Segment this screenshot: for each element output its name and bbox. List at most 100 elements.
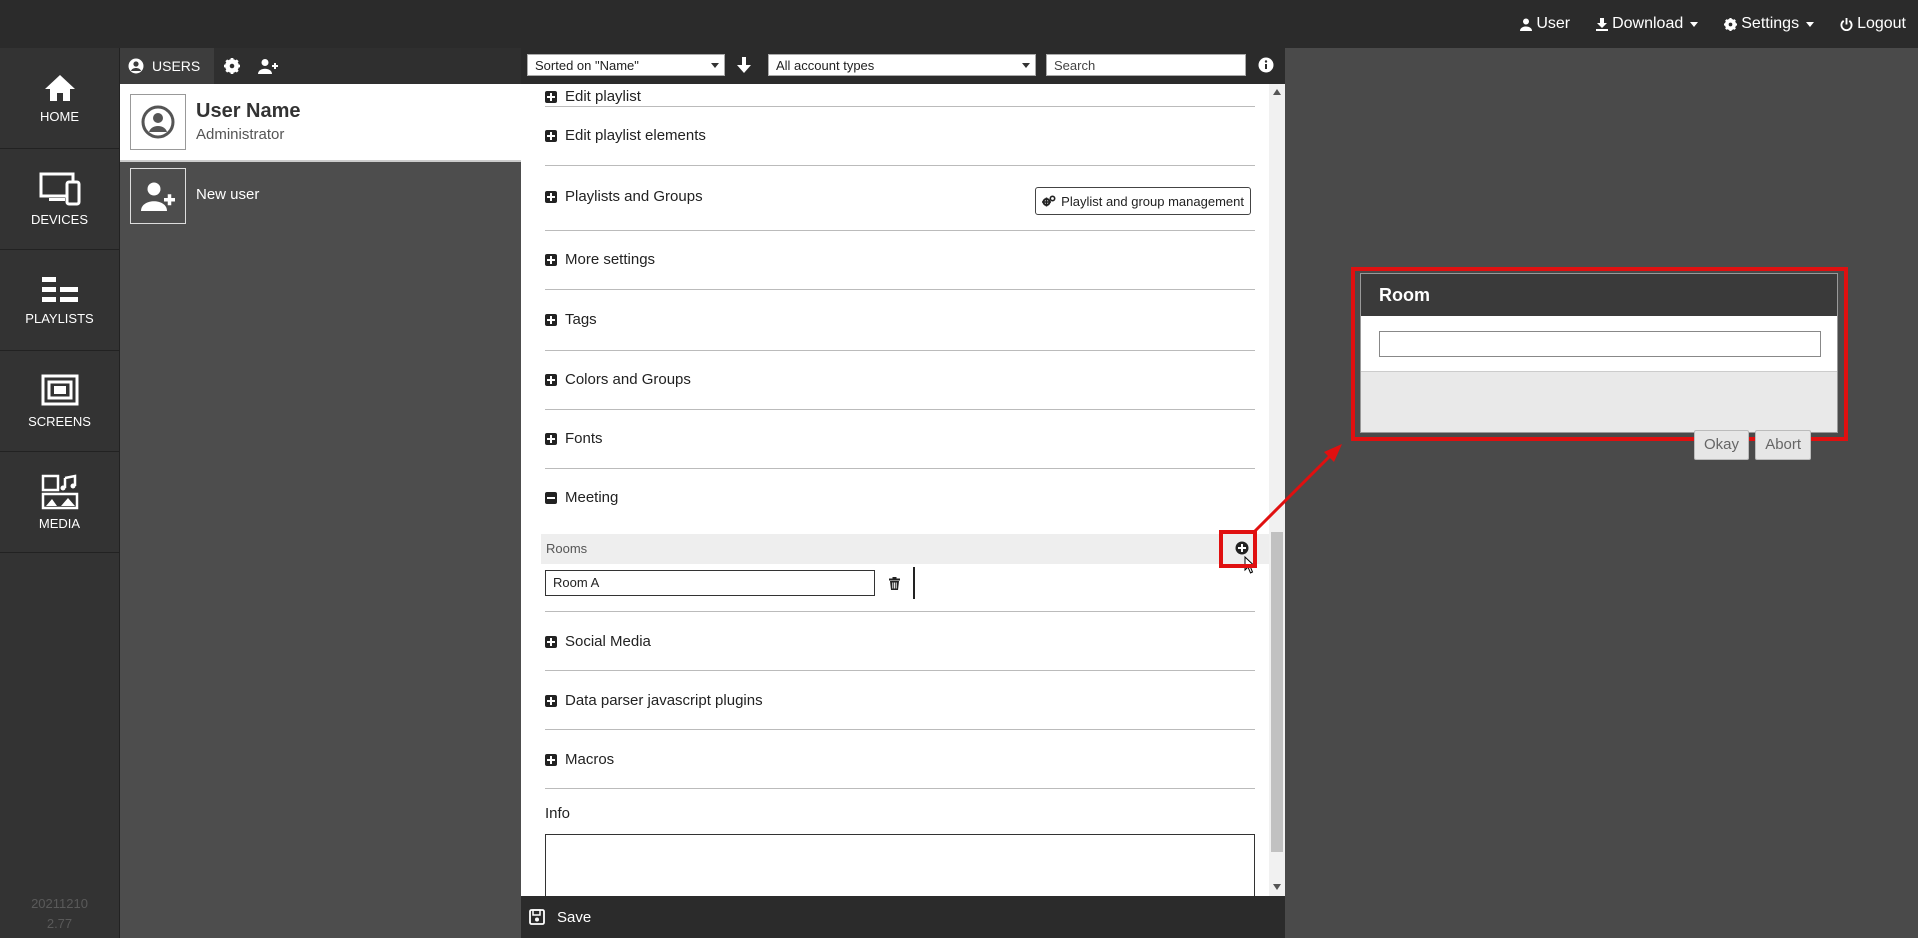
section-header-edit-playlist-elements[interactable]: Edit playlist elements xyxy=(545,127,706,144)
section-header-fonts[interactable]: Fonts xyxy=(545,430,603,447)
nav-item-devices[interactable]: DEVICES xyxy=(0,149,119,250)
section-social-media: Social Media xyxy=(545,611,1255,671)
section-header-playlists-and-groups[interactable]: Playlists and Groups xyxy=(545,188,703,205)
playlists-icon xyxy=(41,276,78,302)
section-header-colors-and-groups[interactable]: Colors and Groups xyxy=(545,371,691,388)
nav-item-media[interactable]: MEDIA xyxy=(0,452,119,553)
new-user-label: New user xyxy=(196,186,260,203)
top-menu: User Download Settings Logout xyxy=(1520,0,1906,48)
scroll-up-icon xyxy=(1273,89,1281,95)
rooms-label: Rooms xyxy=(546,541,588,556)
section-label: Fonts xyxy=(565,430,603,447)
trash-icon xyxy=(888,576,900,590)
search-placeholder: Search xyxy=(1054,58,1096,73)
nav-label-screens: SCREENS xyxy=(28,413,91,429)
info-button[interactable] xyxy=(1258,57,1274,73)
chevron-down-icon xyxy=(1022,63,1030,68)
expand-icon xyxy=(545,432,557,445)
nav-label-home: HOME xyxy=(40,108,79,124)
user-settings-button[interactable] xyxy=(214,48,250,84)
user-list-item-selected[interactable]: User Name Administrator xyxy=(120,84,521,162)
section-header-edit-playlist[interactable]: Edit playlist xyxy=(545,88,641,105)
delete-room-button[interactable] xyxy=(885,574,903,592)
filter-bar: Sorted on "Name" All account types Searc… xyxy=(521,48,1285,84)
account-type-select-value: All account types xyxy=(776,58,875,73)
playlist-group-management-button[interactable]: Playlist and group management xyxy=(1035,187,1251,215)
add-user-icon xyxy=(141,182,175,211)
expand-icon xyxy=(545,373,557,386)
sort-direction-button[interactable] xyxy=(733,54,755,76)
dialog-title: Room xyxy=(1361,274,1837,316)
info-icon xyxy=(1258,57,1274,73)
section-header-meeting[interactable]: Meeting xyxy=(545,489,618,506)
chevron-down-icon xyxy=(1806,21,1815,27)
save-bar[interactable]: Save xyxy=(521,896,1285,938)
gear-icon xyxy=(1724,17,1738,31)
user-panel-toolbar: USERS xyxy=(120,48,521,84)
gear-icon xyxy=(224,58,241,74)
settings-menu[interactable]: Settings xyxy=(1724,15,1815,33)
expand-icon xyxy=(545,190,557,203)
section-label: Colors and Groups xyxy=(565,371,691,388)
logout-link[interactable]: Logout xyxy=(1840,15,1906,33)
home-icon xyxy=(44,74,75,101)
section-header-macros[interactable]: Macros xyxy=(545,751,614,768)
account-type-select[interactable]: All account types xyxy=(768,54,1036,76)
nav-item-screens[interactable]: SCREENS xyxy=(0,351,119,452)
nav-item-home[interactable]: HOME xyxy=(0,48,119,149)
section-header-more-settings[interactable]: More settings xyxy=(545,251,655,268)
section-label: Macros xyxy=(565,751,615,768)
user-icon xyxy=(1520,18,1533,31)
new-user-item[interactable]: New user xyxy=(120,168,521,228)
dialog-body xyxy=(1361,316,1837,372)
search-input[interactable]: Search xyxy=(1046,54,1246,76)
user-role: Administrator xyxy=(196,126,285,143)
user-detail-panel: Edit playlist Edit playlist elements Pla… xyxy=(521,84,1285,896)
nav-label-devices: DEVICES xyxy=(30,211,89,227)
nav-item-playlists[interactable]: PLAYLISTS xyxy=(0,250,119,351)
user-circle-icon xyxy=(128,58,144,74)
scroll-down-icon xyxy=(1273,884,1281,890)
info-textarea[interactable] xyxy=(545,834,1255,896)
section-label: Tags xyxy=(565,311,597,328)
user-panel: USERS User Name Administrator New user xyxy=(120,48,521,938)
expand-icon xyxy=(545,129,557,142)
section-tags: Tags xyxy=(545,289,1255,351)
add-user-button[interactable] xyxy=(250,48,286,84)
save-label: Save xyxy=(557,908,592,926)
expand-icon xyxy=(545,694,557,707)
arrow-down-icon xyxy=(737,57,751,73)
section-header-social-media[interactable]: Social Media xyxy=(545,633,651,650)
version-info: 20211210 2.77 xyxy=(0,894,119,934)
section-label: Edit playlist xyxy=(565,88,641,105)
room-name-input[interactable]: Room A xyxy=(545,570,875,596)
download-menu[interactable]: Download xyxy=(1596,15,1699,33)
download-icon xyxy=(1596,17,1609,31)
info-label: Info xyxy=(545,805,571,822)
section-macros: Macros xyxy=(545,729,1255,789)
scroll-thumb[interactable] xyxy=(1271,532,1283,852)
sort-select-value: Sorted on "Name" xyxy=(535,58,639,73)
user-menu[interactable]: User xyxy=(1520,15,1570,33)
room-dialog-input[interactable] xyxy=(1379,331,1821,357)
user-avatar-icon xyxy=(141,105,175,139)
abort-button[interactable]: Abort xyxy=(1755,430,1812,460)
playlist-group-management-label: Playlist and group management xyxy=(1061,193,1244,209)
text-cursor xyxy=(913,567,915,599)
expand-icon xyxy=(545,635,557,648)
section-label: Social Media xyxy=(565,633,651,650)
sort-select[interactable]: Sorted on "Name" xyxy=(527,54,725,76)
chevron-down-icon xyxy=(711,63,719,68)
media-icon xyxy=(41,473,78,509)
section-header-data-parser-plugins[interactable]: Data parser javascript plugins xyxy=(545,692,763,709)
expand-icon xyxy=(545,253,557,266)
devices-icon xyxy=(39,172,80,205)
tab-users[interactable]: USERS xyxy=(120,48,215,84)
collapse-icon xyxy=(545,491,557,504)
settings-menu-label: Settings xyxy=(1741,15,1800,32)
section-label: Edit playlist elements xyxy=(565,127,706,144)
okay-button[interactable]: Okay xyxy=(1694,430,1750,460)
section-header-tags[interactable]: Tags xyxy=(545,311,597,328)
section-label: Playlists and Groups xyxy=(565,188,703,205)
room-dialog: Room Okay Abort xyxy=(1360,273,1838,460)
